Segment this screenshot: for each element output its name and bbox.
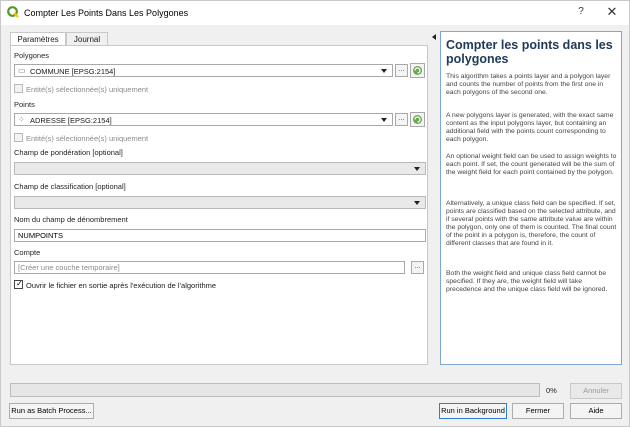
points-selected-only-label: Entité(s) sélectionnée(s) uniquement xyxy=(26,134,149,143)
window-title: Compter Les Points Dans Les Polygones xyxy=(24,8,189,18)
output-input-wrapper xyxy=(14,261,405,274)
polygones-browse-button[interactable]: ... xyxy=(395,64,408,77)
points-layer-value: ADRESSE [EPSG:2154] xyxy=(30,116,112,125)
help-panel: Compter les points dans les polygones Th… xyxy=(440,31,622,365)
chevron-down-icon xyxy=(414,167,420,171)
count-field-label: Nom du champ de dénombrement xyxy=(14,215,128,224)
run-in-background-button[interactable]: Run in Background xyxy=(439,403,507,419)
chevron-down-icon xyxy=(381,69,387,73)
chevron-down-icon xyxy=(381,118,387,122)
open-output-checkbox[interactable]: ✓ xyxy=(14,279,23,289)
title-bar: Compter Les Points Dans Les Polygones ? … xyxy=(1,1,629,25)
points-label: Points xyxy=(14,100,35,109)
help-paragraph: Alternatively, a unique class field can … xyxy=(446,200,617,247)
tab-journal[interactable]: Journal xyxy=(66,32,108,46)
qgis-logo-icon xyxy=(7,6,19,18)
iterate-icon[interactable] xyxy=(410,112,425,127)
polygones-label: Polygones xyxy=(14,51,50,60)
help-paragraph: A new polygons layer is generated, with … xyxy=(446,112,614,143)
count-field-input-wrapper xyxy=(14,229,426,242)
weight-field-select[interactable] xyxy=(14,162,426,175)
context-help-button[interactable]: ? xyxy=(575,6,587,17)
points-layer-select[interactable]: ⁘ ADRESSE [EPSG:2154] xyxy=(14,113,393,126)
parameters-panel: Polygones ▭ COMMUNE [EPSG:2154] ... Enti… xyxy=(10,45,428,365)
dialog-window: Compter Les Points Dans Les Polygones ? … xyxy=(0,0,630,427)
count-field-input[interactable] xyxy=(15,230,425,241)
chevron-down-icon xyxy=(414,201,420,205)
polygones-layer-select[interactable]: ▭ COMMUNE [EPSG:2154] xyxy=(14,64,393,77)
polygones-selected-only-checkbox[interactable] xyxy=(14,84,23,93)
points-browse-button[interactable]: ... xyxy=(395,113,408,126)
points-selected-only-checkbox[interactable] xyxy=(14,133,23,142)
help-paragraph: An optional weight field can be used to … xyxy=(446,153,617,176)
output-label: Compte xyxy=(14,248,41,257)
polygones-selected-only-label: Entité(s) sélectionnée(s) uniquement xyxy=(26,85,149,94)
output-destination-input[interactable] xyxy=(15,262,404,273)
progress-bar xyxy=(10,383,540,397)
output-browse-button[interactable]: ... xyxy=(411,261,424,274)
class-field-label: Champ de classification [optional] xyxy=(14,182,126,191)
collapse-help-icon[interactable] xyxy=(432,34,436,40)
point-layer-icon: ⁘ xyxy=(18,115,25,124)
cancel-button[interactable]: Annuler xyxy=(570,383,622,399)
help-button[interactable]: Aide xyxy=(570,403,622,419)
polygones-layer-value: COMMUNE [EPSG:2154] xyxy=(30,67,116,76)
close-button[interactable]: Fermer xyxy=(512,403,564,419)
polygon-layer-icon: ▭ xyxy=(18,66,26,75)
help-title: Compter les points dans les polygones xyxy=(446,38,613,66)
help-paragraph: Both the weight field and unique class f… xyxy=(446,270,608,293)
class-field-select[interactable] xyxy=(14,196,426,209)
checkmark-icon: ✓ xyxy=(16,279,23,288)
run-batch-button[interactable]: Run as Batch Process... xyxy=(9,403,94,419)
open-output-label: Ouvrir le fichier en sortie après l'exéc… xyxy=(26,281,217,290)
progress-percent: 0% xyxy=(546,386,557,395)
iterate-icon[interactable] xyxy=(410,63,425,78)
close-window-button[interactable]: ✕ xyxy=(605,4,619,20)
weight-field-label: Champ de pondération [optional] xyxy=(14,148,123,157)
help-paragraph: This algorithm takes a points layer and … xyxy=(446,73,611,96)
